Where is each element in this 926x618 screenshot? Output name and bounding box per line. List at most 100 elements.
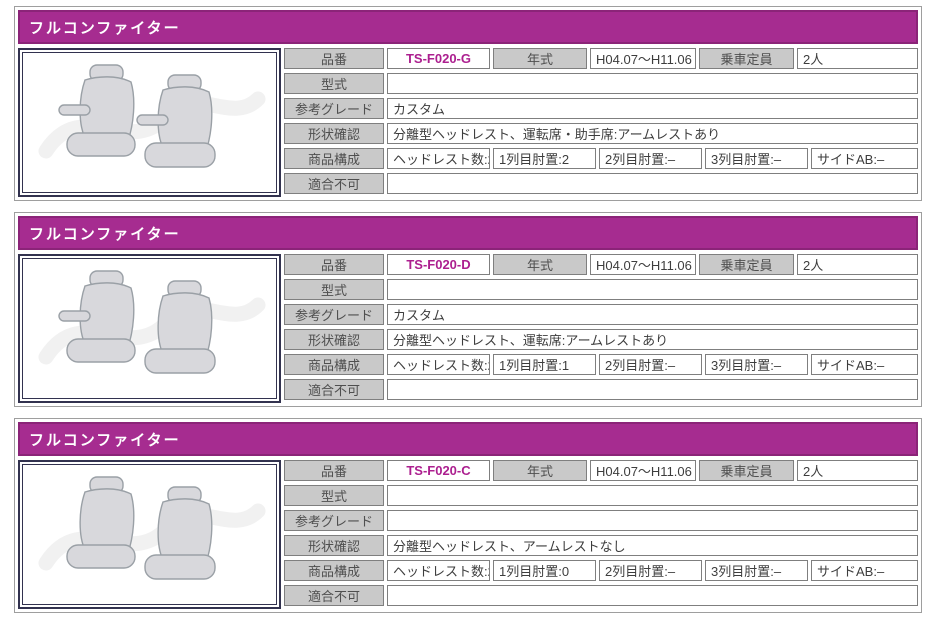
side-airbag: サイドAB:– <box>811 148 918 169</box>
section-title-bar: フルコンファイター <box>18 216 918 250</box>
incompatible-value <box>387 173 918 194</box>
product-card: フルコンファイター <box>14 212 922 407</box>
table-row-shape: 形状確認 分離型ヘッドレスト、アームレストなし <box>284 535 918 556</box>
seat-illustration <box>24 259 276 399</box>
product-image <box>22 464 277 605</box>
product-image <box>22 52 277 193</box>
table-row-composition: 商品構成 ヘッドレスト数:2 1列目肘置:1 2列目肘置:– 3列目肘置:– サ… <box>284 354 918 375</box>
table-row-incompatible: 適合不可 <box>284 173 918 194</box>
table-row-part-year-capacity: 品番 TS-F020-D 年式 H04.07〜H11.06 乗車定員 2人 <box>284 254 918 275</box>
passenger-seat <box>59 271 135 362</box>
year-value: H04.07〜H11.06 <box>590 460 696 481</box>
side-airbag: サイドAB:– <box>811 354 918 375</box>
product-image <box>22 258 277 399</box>
headrest-count: ヘッドレスト数:2 <box>387 560 490 581</box>
grade-label: 参考グレード <box>284 304 384 325</box>
table-row-grade: 参考グレード カスタム <box>284 98 918 119</box>
table-row-part-year-capacity: 品番 TS-F020-C 年式 H04.07〜H11.06 乗車定員 2人 <box>284 460 918 481</box>
table-row-model: 型式 <box>284 279 918 300</box>
table-row-shape: 形状確認 分離型ヘッドレスト、運転席・助手席:アームレストあり <box>284 123 918 144</box>
incompatible-label: 適合不可 <box>284 379 384 400</box>
vehicle-name: フルコンファイター <box>29 429 181 450</box>
grade-label: 参考グレード <box>284 98 384 119</box>
section-body: 品番 TS-F020-D 年式 H04.07〜H11.06 乗車定員 2人 型式… <box>18 254 918 403</box>
table-row-incompatible: 適合不可 <box>284 379 918 400</box>
row3-armrest: 3列目肘置:– <box>705 148 808 169</box>
armrest-right <box>137 115 168 125</box>
model-value <box>387 485 918 506</box>
row1-armrest: 1列目肘置:1 <box>493 354 596 375</box>
product-image-frame <box>18 48 281 197</box>
driver-seat <box>137 75 215 167</box>
seat-illustration <box>24 53 276 193</box>
table-row-shape: 形状確認 分離型ヘッドレスト、運転席:アームレストあり <box>284 329 918 350</box>
spec-table: 品番 TS-F020-G 年式 H04.07〜H11.06 乗車定員 2人 型式… <box>284 48 918 197</box>
armrest-left <box>59 105 90 115</box>
table-row-grade: 参考グレード カスタム <box>284 304 918 325</box>
capacity-label: 乗車定員 <box>699 48 794 69</box>
incompatible-value <box>387 379 918 400</box>
part-number-label: 品番 <box>284 460 384 481</box>
seat-cushion <box>67 339 135 362</box>
model-value <box>387 73 918 94</box>
headrest-count: ヘッドレスト数:2 <box>387 354 490 375</box>
year-label: 年式 <box>493 48 587 69</box>
seat-cushion <box>145 349 215 373</box>
year-label: 年式 <box>493 254 587 275</box>
table-row-model: 型式 <box>284 73 918 94</box>
table-row-composition: 商品構成 ヘッドレスト数:2 1列目肘置:2 2列目肘置:– 3列目肘置:– サ… <box>284 148 918 169</box>
row2-armrest: 2列目肘置:– <box>599 354 702 375</box>
section-body: 品番 TS-F020-C 年式 H04.07〜H11.06 乗車定員 2人 型式… <box>18 460 918 609</box>
grade-label: 参考グレード <box>284 510 384 531</box>
armrest-left <box>59 311 90 321</box>
product-image-frame <box>18 254 281 403</box>
vehicle-name: フルコンファイター <box>29 17 181 38</box>
capacity-value: 2人 <box>797 48 918 69</box>
seat-cushion <box>67 133 135 156</box>
model-label: 型式 <box>284 73 384 94</box>
year-value: H04.07〜H11.06 <box>590 254 696 275</box>
spec-table: 品番 TS-F020-D 年式 H04.07〜H11.06 乗車定員 2人 型式… <box>284 254 918 403</box>
capacity-label: 乗車定員 <box>699 254 794 275</box>
product-card: フルコンファイター <box>14 418 922 613</box>
part-number-value: TS-F020-G <box>387 48 490 69</box>
model-label: 型式 <box>284 485 384 506</box>
shape-label: 形状確認 <box>284 123 384 144</box>
row2-armrest: 2列目肘置:– <box>599 560 702 581</box>
product-image-frame <box>18 460 281 609</box>
part-number-value: TS-F020-D <box>387 254 490 275</box>
shape-label: 形状確認 <box>284 329 384 350</box>
row3-armrest: 3列目肘置:– <box>705 354 808 375</box>
part-number-label: 品番 <box>284 48 384 69</box>
section-body: 品番 TS-F020-G 年式 H04.07〜H11.06 乗車定員 2人 型式… <box>18 48 918 197</box>
shape-value: 分離型ヘッドレスト、運転席・助手席:アームレストあり <box>387 123 918 144</box>
year-value: H04.07〜H11.06 <box>590 48 696 69</box>
row3-armrest: 3列目肘置:– <box>705 560 808 581</box>
seat-illustration <box>24 465 276 605</box>
grade-value: カスタム <box>387 98 918 119</box>
vehicle-name: フルコンファイター <box>29 223 181 244</box>
product-card: フルコンファイター <box>14 6 922 201</box>
grade-value <box>387 510 918 531</box>
part-number-label: 品番 <box>284 254 384 275</box>
shape-label: 形状確認 <box>284 535 384 556</box>
table-row-model: 型式 <box>284 485 918 506</box>
section-title-bar: フルコンファイター <box>18 10 918 44</box>
side-airbag: サイドAB:– <box>811 560 918 581</box>
table-row-composition: 商品構成 ヘッドレスト数:2 1列目肘置:0 2列目肘置:– 3列目肘置:– サ… <box>284 560 918 581</box>
table-row-incompatible: 適合不可 <box>284 585 918 606</box>
seat-cushion <box>67 545 135 568</box>
row1-armrest: 1列目肘置:2 <box>493 148 596 169</box>
passenger-seat <box>59 65 135 156</box>
table-row-part-year-capacity: 品番 TS-F020-G 年式 H04.07〜H11.06 乗車定員 2人 <box>284 48 918 69</box>
table-row-grade: 参考グレード <box>284 510 918 531</box>
incompatible-label: 適合不可 <box>284 585 384 606</box>
incompatible-value <box>387 585 918 606</box>
model-value <box>387 279 918 300</box>
row2-armrest: 2列目肘置:– <box>599 148 702 169</box>
year-label: 年式 <box>493 460 587 481</box>
headrest-count: ヘッドレスト数:2 <box>387 148 490 169</box>
spec-table: 品番 TS-F020-C 年式 H04.07〜H11.06 乗車定員 2人 型式… <box>284 460 918 609</box>
shape-value: 分離型ヘッドレスト、アームレストなし <box>387 535 918 556</box>
capacity-value: 2人 <box>797 254 918 275</box>
